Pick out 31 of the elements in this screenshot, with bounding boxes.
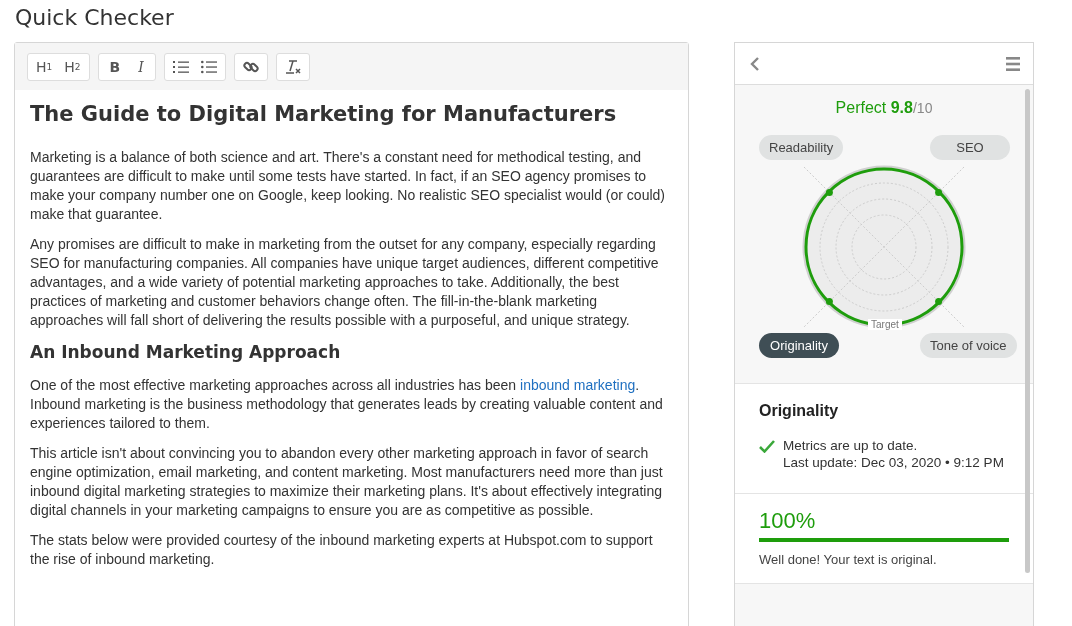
- bullet-list-icon: [200, 59, 217, 74]
- metric-tab[interactable]: SEO: [930, 135, 1010, 160]
- score-point: [935, 188, 943, 196]
- scrollbar[interactable]: [1025, 89, 1030, 573]
- back-icon[interactable]: [750, 56, 760, 71]
- paragraph: Any promises are difficult to make in marketing from the outset for any company, especially regarding SEO for manufacturing companies. All companies have unique target audiences, different competitive advantages, and a wide variety of potential marketing approaches to take. Additionally, the best practices of marketing and customer behaviors change often. The fill-in-the-blank marketing approaches will fall short of delivering the results possible with a purposeful, and unique strategy.: [30, 235, 660, 330]
- paragraph: This article isn't about convincing you to abandon every other marketing approach in favor of search engine optimization, email marketing, and content marketing. Most manufacturers need more than just inbound digital marketing strategies to maximize their marketing plans. It's about effectively integrating digital channels in your marketing campaigns to ensure you are as competitive as possible.: [30, 444, 664, 520]
- menu-icon[interactable]: [1006, 56, 1020, 71]
- paragraph: One of the most effective marketing approaches across all industries has been inbound marketing. Inbound marketing is the business methodology that generates leads by creating valuable content and experiences tailored to them.: [30, 376, 664, 433]
- bold-button[interactable]: B: [101, 54, 129, 79]
- percent-value: 100%: [759, 508, 817, 534]
- section-heading: An Inbound Marketing Approach: [30, 342, 342, 362]
- clear-format-icon: [284, 58, 301, 75]
- page-title: Quick Checker: [14, 4, 175, 32]
- score-point: [935, 298, 943, 306]
- metric-tab[interactable]: Originality: [759, 333, 839, 358]
- score-point: [825, 298, 833, 306]
- paragraph: The stats below were provided courtesy of the inbound marketing experts at Hubspot.com to support the rise of inbound marketing.: [30, 531, 654, 569]
- score-text: Perfect 9.8/10: [834, 98, 934, 118]
- section-title: Originality: [759, 402, 840, 420]
- status-text: Metrics are up to date.: [783, 437, 919, 454]
- metric-tab[interactable]: Tone of voice: [920, 333, 1017, 358]
- metric-tab[interactable]: Readability: [759, 135, 844, 160]
- result-message: Well done! Your text is original.: [759, 552, 938, 567]
- paragraph: Marketing is a balance of both science and art. There's a constant need for methodical testing, and guarantees are difficult to make until some tests have started. In fact, if an SEO agency promises to make your company number one on Google, keep looking. No realistic SEO specialist would (or could) make that guarantee.: [30, 148, 666, 224]
- score-point: [825, 188, 833, 196]
- article-title: The Guide to Digital Marketing for Manufacturers: [30, 102, 618, 126]
- target-label: Target: [868, 319, 902, 330]
- update-time: Last update: Dec 03, 2020 • 9:12 PM: [783, 454, 1004, 471]
- italic-button[interactable]: I: [130, 54, 152, 79]
- checkmark-icon: [759, 440, 775, 453]
